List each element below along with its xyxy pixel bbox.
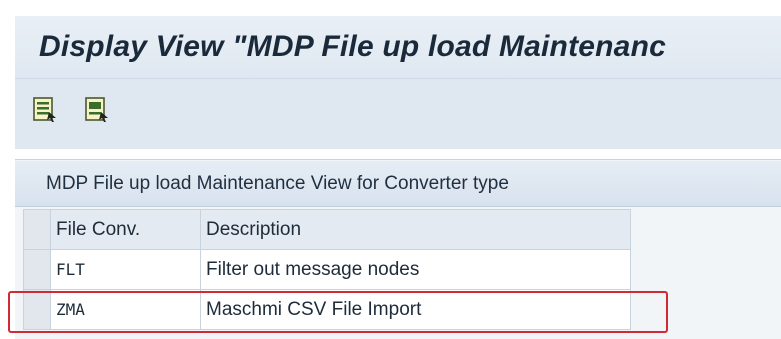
description-cell[interactable]: Maschmi CSV File Import [200, 289, 631, 330]
table-row[interactable]: ZMA Maschmi CSV File Import [23, 289, 631, 330]
description-cell[interactable]: Filter out message nodes [200, 249, 631, 290]
select-block-icon[interactable] [84, 96, 110, 122]
row-selector[interactable] [23, 289, 51, 330]
column-header-description[interactable]: Description [200, 209, 631, 250]
file-conv-cell[interactable]: FLT [50, 249, 201, 290]
table-title-text: MDP File up load Maintenance View for Co… [46, 173, 509, 194]
row-selector[interactable] [23, 249, 51, 290]
table-control: MDP File up load Maintenance View for Co… [15, 159, 781, 339]
select-all-column-button[interactable] [23, 209, 51, 250]
title-bar: Display View "MDP File up load Maintenan… [15, 16, 781, 79]
table-title: MDP File up load Maintenance View for Co… [15, 161, 781, 207]
page-title: Display View "MDP File up load Maintenan… [39, 30, 666, 63]
table-row[interactable]: FLT Filter out message nodes [23, 249, 631, 290]
table-header-row: File Conv. Description [23, 209, 631, 250]
data-table: File Conv. Description FLT Filter out me… [23, 209, 631, 330]
application-toolbar [15, 79, 781, 149]
file-conv-cell[interactable]: ZMA [50, 289, 201, 330]
select-all-icon[interactable] [32, 96, 58, 122]
column-header-file-conv[interactable]: File Conv. [50, 209, 201, 250]
